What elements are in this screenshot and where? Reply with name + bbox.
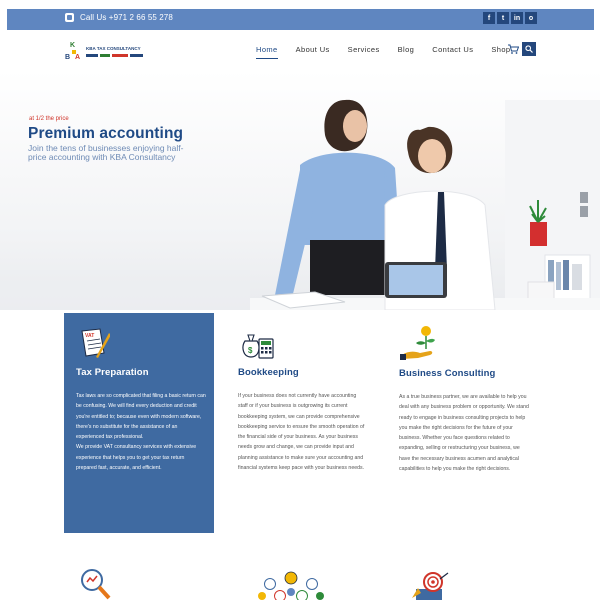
hero-banner: at 1/2 the price Premium accounting Join… [0, 70, 600, 310]
logo-name: KBA TAX CONSULTANCY [86, 46, 141, 51]
magnifier-analysis-icon [81, 569, 111, 600]
search-button[interactable] [522, 42, 536, 56]
hero-photo [0, 99, 600, 310]
search-icon [525, 45, 533, 53]
slider-prev-button[interactable] [580, 192, 588, 203]
slider-next-button[interactable] [580, 206, 588, 217]
svg-text:K: K [70, 42, 75, 49]
target-goals-icon [412, 572, 449, 600]
card-body: If your business does not currently have… [238, 393, 365, 472]
svg-text:$: $ [248, 346, 253, 355]
card-title: Business Consulting [399, 368, 496, 379]
card-paragraph: We provide VAT consultancy services with… [76, 444, 197, 472]
hero-kicker: at 1/2 the price [29, 116, 69, 122]
social-links: f t in o [483, 12, 537, 24]
top-bar: Call Us +971 2 66 55 278 f t in o [7, 9, 594, 30]
service-card-tax-preparation[interactable]: VAT Tax Preparation Tax laws are so comp… [64, 313, 214, 533]
phone-text: Call Us +971 2 66 55 278 [80, 13, 173, 22]
phone-link[interactable]: Call Us +971 2 66 55 278 [65, 13, 173, 22]
team-network-icon [258, 571, 324, 600]
logo-mark: K B A [65, 42, 80, 61]
money-calculator-icon: $ [242, 334, 274, 359]
nav-services[interactable]: Services [348, 45, 380, 54]
site-header: K B A KBA TAX CONSULTANCY Home About Us … [0, 30, 600, 70]
card-title: Bookkeeping [238, 367, 299, 378]
card-body: As a true business partner, we are avail… [399, 394, 529, 473]
nav-blog[interactable]: Blog [398, 45, 415, 54]
twitter-icon[interactable]: t [497, 12, 509, 24]
service-card-bookkeeping[interactable]: $ Bookkeeping If your business does not … [227, 313, 375, 548]
site-logo[interactable]: K B A KBA TAX CONSULTANCY [64, 39, 146, 65]
svg-text:B: B [65, 54, 70, 61]
nav-contact-us[interactable]: Contact Us [432, 45, 473, 54]
main-nav: Home About Us Services Blog Contact Us S… [256, 45, 529, 59]
nav-home[interactable]: Home [256, 45, 278, 59]
card-title: Tax Preparation [76, 367, 149, 378]
facebook-icon[interactable]: f [483, 12, 495, 24]
nav-about-us[interactable]: About Us [296, 45, 330, 54]
growth-plant-hand-icon [400, 326, 435, 360]
vat-label: VAT [85, 333, 94, 339]
page: Call Us +971 2 66 55 278 f t in o K B A … [0, 0, 600, 600]
slider-controls [580, 192, 588, 217]
vat-document-icon: VAT [81, 328, 110, 358]
hero-title: Premium accounting [28, 125, 184, 142]
hero-subtitle: Join the tens of businesses enjoying hal… [28, 143, 184, 162]
cart-icon[interactable] [508, 44, 519, 54]
instagram-icon[interactable]: o [525, 12, 537, 24]
phone-icon [65, 13, 74, 22]
logo-arabic-text [86, 54, 143, 57]
service-card-business-consulting[interactable]: Business Consulting As a true business p… [389, 313, 537, 548]
linkedin-icon[interactable]: in [511, 12, 523, 24]
card-paragraph: Tax laws are so complicated that filing … [76, 393, 206, 441]
svg-text:A: A [75, 54, 80, 61]
card-body: Tax laws are so complicated that filing … [76, 391, 206, 473]
